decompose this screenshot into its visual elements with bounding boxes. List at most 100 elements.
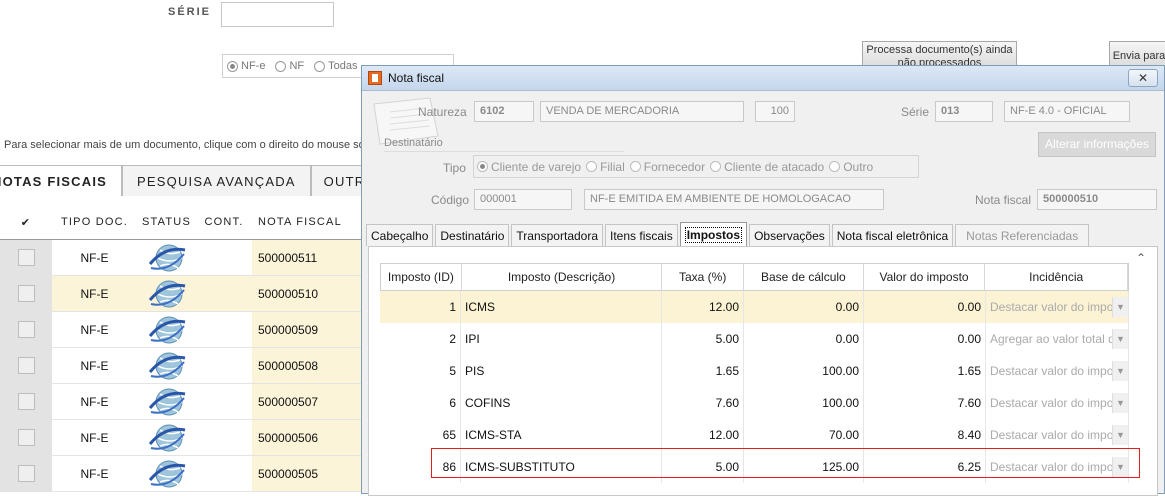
codigo-field[interactable]: 000001 <box>474 189 572 210</box>
radio-cliente-atacado[interactable]: Cliente de atacado <box>710 160 824 174</box>
col-incidencia[interactable]: Incidência <box>985 264 1128 290</box>
natureza-num-field[interactable]: 100 <box>755 101 795 122</box>
tab-notas-fiscais[interactable]: NOTAS FISCAIS <box>0 165 123 196</box>
tab-destinatario[interactable]: Destinatário <box>435 224 510 246</box>
cell-valor[interactable]: 0.00 <box>864 323 986 355</box>
serie-input[interactable] <box>221 2 334 27</box>
grid-row[interactable]: 1 ICMS 12.00 0.00 0.00 Destacar valor do impo… <box>380 291 1129 323</box>
nota-fiscal-field[interactable]: 500000510 <box>1037 189 1157 210</box>
radio-nfe[interactable]: NF-e <box>227 60 265 72</box>
col-valor-imposto[interactable]: Valor do imposto <box>864 264 986 290</box>
close-icon[interactable]: ✕ <box>1128 69 1158 87</box>
row-checkbox[interactable] <box>17 465 35 482</box>
selection-hint: Para selecionar mais de um documento, cl… <box>4 139 381 151</box>
alterar-informacoes-button[interactable]: Alterar informações <box>1038 132 1156 157</box>
dialog-titlebar[interactable]: Nota fiscal ✕ <box>362 66 1164 91</box>
natureza-code-field[interactable]: 6102 <box>474 101 534 122</box>
header-cont[interactable]: CONT. <box>196 205 252 239</box>
dropdown-arrow-icon[interactable]: ▼ <box>1112 393 1128 413</box>
tipo-radio-group: Cliente de varejo Filial Fornecedor Clie… <box>473 155 919 178</box>
col-imposto-desc[interactable]: Imposto (Descrição) <box>462 264 663 290</box>
row-status <box>137 420 196 455</box>
codigo-desc-field[interactable]: NF-E EMITIDA EM AMBIENTE DE HOMOLOGACAO <box>584 189 884 210</box>
cell-valor[interactable]: 1.65 <box>864 355 986 387</box>
table-row[interactable]: NF-E 500000511 <box>0 240 362 276</box>
tab-pesquisa-avancada[interactable]: PESQUISA AVANÇADA <box>122 165 311 196</box>
grid-row[interactable]: 5 PIS 1.65 100.00 1.65 Destacar valor do impo… <box>380 355 1129 387</box>
col-taxa[interactable]: Taxa (%) <box>662 264 745 290</box>
serie-field[interactable]: 013 <box>935 101 993 122</box>
row-checkbox[interactable] <box>17 429 35 446</box>
header-status[interactable]: STATUS <box>137 205 196 239</box>
row-checkbox[interactable] <box>17 321 35 338</box>
grid-row[interactable]: 65 ICMS-STA 12.00 70.00 8.40 Destacar valor d… <box>380 419 1129 451</box>
cell-base[interactable]: 125.00 <box>744 451 864 483</box>
status-globe-icon <box>148 460 185 487</box>
natureza-desc-field[interactable]: VENDA DE MERCADORIA <box>540 101 744 122</box>
cell-base[interactable]: 100.00 <box>744 387 864 419</box>
dropdown-arrow-icon[interactable]: ▼ <box>1112 361 1128 381</box>
row-checkbox[interactable] <box>17 393 35 410</box>
tab-impostos[interactable]: Impostos <box>679 222 748 246</box>
cell-incidencia[interactable]: Agregar ao valor total da ▼ <box>986 323 1129 355</box>
dropdown-arrow-icon[interactable]: ▼ <box>1112 457 1128 477</box>
radio-filial[interactable]: Filial <box>586 160 625 174</box>
tab-cabecalho[interactable]: Cabeçalho <box>366 224 434 246</box>
radio-fornecedor[interactable]: Fornecedor <box>629 160 705 174</box>
cell-valor[interactable]: 7.60 <box>864 387 986 419</box>
cell-incidencia[interactable]: Destacar valor do imposto ▼ <box>986 387 1129 419</box>
radio-todas[interactable]: Todas <box>314 60 357 72</box>
col-imposto-id[interactable]: Imposto (ID) <box>381 264 462 290</box>
cell-base[interactable]: 70.00 <box>744 419 864 451</box>
cell-desc: IPI <box>461 323 662 355</box>
scroll-up-icon[interactable]: ⌃ <box>1130 247 1152 269</box>
grid-row[interactable]: 86 ICMS-SUBSTITUTO 5.00 125.00 6.25 Destacar … <box>380 451 1129 483</box>
radio-nf[interactable]: NF <box>275 60 304 72</box>
tab-nota-fiscal-eletronica[interactable]: Nota fiscal eletrônica <box>831 224 954 246</box>
cell-taxa[interactable]: 5.00 <box>662 451 744 483</box>
cell-base[interactable]: 0.00 <box>744 323 864 355</box>
header-nota-fiscal[interactable]: NOTA FISCAL <box>252 205 362 239</box>
row-checkbox[interactable] <box>17 357 35 374</box>
table-row[interactable]: NF-E 500000509 <box>0 312 362 348</box>
cell-taxa[interactable]: 5.00 <box>662 323 744 355</box>
col-base-calculo[interactable]: Base de cálculo <box>744 264 864 290</box>
tab-itens-fiscais[interactable]: Itens fiscais <box>605 224 678 246</box>
cell-valor[interactable]: 6.25 <box>864 451 986 483</box>
radio-outro[interactable]: Outro <box>829 160 873 174</box>
cell-base[interactable]: 100.00 <box>744 355 864 387</box>
header-tipo-doc[interactable]: TIPO DOC. <box>52 205 137 239</box>
status-globe-icon <box>148 388 185 415</box>
cell-taxa[interactable]: 12.00 <box>662 419 744 451</box>
cell-incidencia[interactable]: Destacar valor do imposto ▼ <box>986 419 1129 451</box>
cell-valor[interactable]: 8.40 <box>864 419 986 451</box>
dropdown-arrow-icon[interactable]: ▼ <box>1112 425 1128 445</box>
cell-taxa[interactable]: 1.65 <box>662 355 744 387</box>
cell-incidencia[interactable]: Destacar valor do imposto ▼ <box>986 355 1129 387</box>
dropdown-arrow-icon[interactable]: ▼ <box>1112 297 1128 317</box>
tab-transportadora[interactable]: Transportadora <box>511 224 604 246</box>
serie-desc-field[interactable]: NF-E 4.0 - OFICIAL <box>1004 101 1130 122</box>
cell-taxa[interactable]: 7.60 <box>662 387 744 419</box>
table-row[interactable]: NF-E 500000505 <box>0 456 362 492</box>
cell-valor[interactable]: 0.00 <box>864 291 986 323</box>
cell-desc: COFINS <box>461 387 662 419</box>
send-button[interactable]: Envia para <box>1109 41 1165 67</box>
cell-taxa[interactable]: 12.00 <box>662 291 744 323</box>
table-row[interactable]: NF-E 500000506 <box>0 420 362 456</box>
table-row[interactable]: NF-E 500000508 <box>0 348 362 384</box>
cell-incidencia[interactable]: Destacar valor do imposto ▼ <box>986 291 1129 323</box>
grid-row[interactable]: 6 COFINS 7.60 100.00 7.60 Destacar valor do i… <box>380 387 1129 419</box>
tab-observacoes[interactable]: Observações <box>749 224 830 246</box>
table-row[interactable]: NF-E 500000510 <box>0 276 362 312</box>
grid-row[interactable]: 2 IPI 5.00 0.00 0.00 Agregar ao valor total d… <box>380 323 1129 355</box>
radio-cliente-varejo[interactable]: Cliente de varejo <box>477 160 581 174</box>
row-checkbox[interactable] <box>17 249 35 266</box>
row-checkbox[interactable] <box>17 285 35 302</box>
cell-base[interactable]: 0.00 <box>744 291 864 323</box>
dropdown-arrow-icon[interactable]: ▼ <box>1112 329 1128 349</box>
process-documents-button[interactable]: Processa documento(s) ainda não processa… <box>862 41 1017 67</box>
table-row[interactable]: NF-E 500000507 <box>0 384 362 420</box>
cell-incidencia[interactable]: Destacar valor do imposto ▼ <box>986 451 1129 483</box>
dialog-tabs: Cabeçalho Destinatário Transportadora It… <box>366 222 1091 246</box>
